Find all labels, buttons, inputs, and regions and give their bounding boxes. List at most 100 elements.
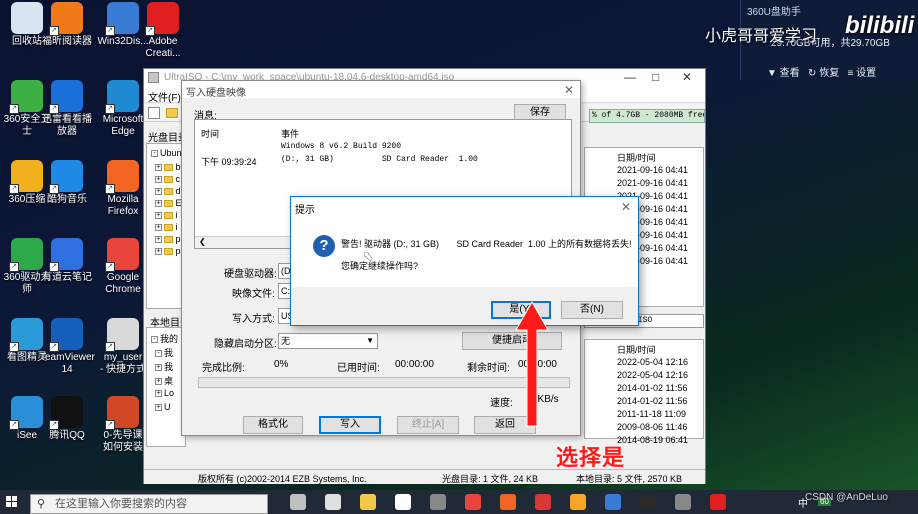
local-tree-item[interactable]: - 我的 <box>151 332 178 345</box>
desktop-icon[interactable]: ↗ Adobe Creati... <box>135 2 191 60</box>
date-column-header-local[interactable]: 日期/时间 <box>617 343 656 356</box>
qq-icon: ↗ <box>49 396 83 430</box>
menu-file[interactable]: 文件(F) <box>148 89 181 104</box>
app-icon[interactable] <box>570 494 586 510</box>
isee-icon: ↗ <box>9 396 43 430</box>
ultraiso-taskbar-icon[interactable] <box>640 494 656 510</box>
file-date-cell[interactable]: 2014-08-19 06:41 <box>617 435 688 445</box>
desktop-icon[interactable]: ↗ 迅雷看看播放器 <box>40 80 94 138</box>
firefox-taskbar-icon[interactable] <box>500 494 516 510</box>
app-icon[interactable] <box>675 494 691 510</box>
file-date-cell[interactable]: 2021-09-16 04:41 <box>617 165 688 175</box>
scroll-left-icon[interactable]: ❮ <box>199 237 206 246</box>
view-button[interactable]: ▼ 查看 <box>767 68 800 79</box>
new-file-icon[interactable] <box>148 107 160 119</box>
format-button[interactable]: 格式化 <box>243 416 303 434</box>
open-folder-icon[interactable] <box>166 108 178 118</box>
desktop-icon[interactable]: ↗ TeamViewer 14 <box>40 318 95 376</box>
word-icon[interactable] <box>605 494 621 510</box>
log-event-2: (D:, 31 GB) SD Card Reader 1.00 <box>281 155 478 164</box>
tree-item[interactable]: + i <box>155 222 178 232</box>
confirm-titlebar: 提示 ✕ <box>291 197 638 217</box>
write-dialog-title: 写入硬盘映像 <box>186 88 246 99</box>
tree-item[interactable]: + i <box>155 210 178 220</box>
channel-watermark: 小虎哥哥爱学习 <box>705 28 818 45</box>
csdn-watermark: CSDN @AnDeLuo <box>805 492 888 503</box>
shortcut-arrow-icon: ↗ <box>49 420 59 430</box>
adobe-creative-icon: ↗ <box>145 2 179 36</box>
shortcut-arrow-icon: ↗ <box>9 342 19 352</box>
tree-item[interactable]: + c <box>155 174 180 184</box>
desktop-icon-label: 有道云笔记 <box>42 272 92 283</box>
shortcut-arrow-icon: ↗ <box>9 104 19 114</box>
desktop-icon-label: TeamViewer 14 <box>40 352 95 375</box>
teamviewer-icon: ↗ <box>49 318 83 352</box>
file-date-cell[interactable]: 2009-08-06 11:46 <box>617 422 687 432</box>
local-tree-item[interactable]: + 我 <box>155 360 173 373</box>
shortcut-arrow-icon: ↗ <box>105 26 115 36</box>
settings-button[interactable]: ≡ 设置 <box>848 68 877 79</box>
no-button[interactable]: 否(N) <box>561 301 623 319</box>
settings-icon[interactable] <box>430 494 446 510</box>
local-tree-item[interactable]: -我 <box>155 346 173 359</box>
tree-item[interactable]: + b <box>155 162 181 172</box>
local-tree-item[interactable]: + U <box>155 402 171 412</box>
local-tree-item[interactable]: + 桌 <box>155 374 173 387</box>
file-date-cell[interactable]: 2014-01-02 11:56 <box>617 396 687 406</box>
disc-tree: - Ubuntu + b + c + d + E + i + i + p + p <box>146 143 189 309</box>
desktop-icon[interactable]: ↗ 腾讯QQ <box>40 396 94 442</box>
desktop-icon[interactable]: ↗ 福昕阅读器 <box>40 2 94 48</box>
log-time-2: 下午 09:39:24 <box>201 157 257 167</box>
desktop-icon[interactable]: ↗ 有道云笔记 <box>40 238 94 284</box>
file-date-cell[interactable]: 2022-05-04 12:16 <box>617 370 688 380</box>
usb-helper-buttons: ▼ 查看 ↻ 恢复 ≡ 设置 <box>767 64 876 79</box>
local-tree-item[interactable]: + Lo <box>155 388 174 398</box>
recycle-bin-icon <box>11 2 43 34</box>
restore-button[interactable]: ↻ 恢复 <box>808 68 839 79</box>
file-explorer-icon[interactable] <box>325 494 341 510</box>
task-view-icon[interactable] <box>290 494 306 510</box>
local-tree: - 我的 - 我 + 我 + 桌 + Lo + U <box>146 327 186 447</box>
taskbar-search-box[interactable]: ⚲ 在这里输入你要搜索的内容 <box>30 494 268 514</box>
file-date-cell[interactable]: 2011-11-18 11:09 <box>617 409 686 419</box>
folder-icon[interactable] <box>360 494 376 510</box>
log-event-1: Windows 8 v6.2 Build 9200 <box>281 142 402 151</box>
xunlei-player-icon: ↗ <box>49 80 83 114</box>
drive-label: 硬盘驱动器: <box>224 269 277 280</box>
windows-start-icon[interactable] <box>6 496 18 508</box>
copyright-text: 版权所有 (c)2002-2014 EZB Systems, Inc. <box>198 474 367 484</box>
confirm-close-icon[interactable]: ✕ <box>621 200 631 214</box>
tree-item[interactable]: + d <box>155 186 181 196</box>
write-dialog-close-icon[interactable]: ✕ <box>564 83 574 97</box>
col-event-header: 事件 <box>281 129 300 139</box>
remaining-label: 剩余时间: <box>467 363 510 374</box>
file-date-cell[interactable]: 2022-05-04 12:16 <box>617 357 688 367</box>
shortcut-arrow-icon: ↗ <box>49 26 59 36</box>
hidden-partition-select[interactable]: 无 ▼ <box>278 333 378 349</box>
edge-taskbar-icon[interactable] <box>395 494 411 510</box>
tree-item[interactable]: + E <box>155 198 182 208</box>
done-value: 0% <box>274 359 289 370</box>
desktop-icon-label: 酷狗音乐 <box>47 194 87 205</box>
date-column-header[interactable]: 日期/时间 <box>617 151 656 164</box>
close-icon[interactable]: ✕ <box>682 70 692 84</box>
adobe-taskbar-icon[interactable] <box>710 494 726 510</box>
minimize-icon[interactable]: — <box>624 70 636 84</box>
firefox-icon: ↗ <box>105 160 139 194</box>
chrome-taskbar-icon[interactable] <box>465 494 481 510</box>
write-button[interactable]: 写入 <box>319 416 381 434</box>
desktop-icon[interactable]: ↗ 酷狗音乐 <box>40 160 94 206</box>
maximize-icon[interactable]: □ <box>652 70 659 84</box>
chrome-icon: ↗ <box>105 238 139 272</box>
desktop-icon-label: 迅雷看看播放器 <box>42 114 92 137</box>
shortcut-arrow-icon: ↗ <box>105 262 115 272</box>
kugou-icon: ↗ <box>49 160 83 194</box>
disc-status: 光盘目录: 1 文件, 24 KB <box>442 474 539 484</box>
360-driver-icon: ↗ <box>9 238 43 272</box>
file-date-cell[interactable]: 2021-09-16 04:41 <box>617 178 688 188</box>
tree-item[interactable]: + p <box>155 246 181 256</box>
tree-item[interactable]: + p <box>155 234 181 244</box>
file-date-cell[interactable]: 2014-01-02 11:56 <box>617 383 687 393</box>
foxit-reader-icon: ↗ <box>49 2 83 36</box>
vscode-icon[interactable] <box>535 494 551 510</box>
